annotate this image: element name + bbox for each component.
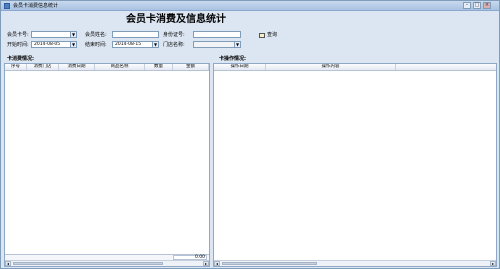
member-name-label: 会员姓名: <box>85 32 107 38</box>
member-name-input[interactable] <box>112 31 159 38</box>
query-button-label: 查询 <box>267 32 278 38</box>
maximize-icon[interactable]: □ <box>473 2 481 9</box>
card-no-label: 会员卡号: <box>7 32 29 38</box>
consumption-table-header: 序号 消费门店 消费日期 商品名称 数量 金额 <box>5 64 209 71</box>
scroll-right-icon[interactable]: ▸ <box>490 261 496 266</box>
query-button[interactable]: 查询 <box>259 31 277 40</box>
end-time-label: 结束时间: <box>85 42 107 48</box>
operations-section-title: 卡操作情况: <box>219 56 247 62</box>
scroll-left-icon[interactable]: ◂ <box>214 261 220 266</box>
col-header[interactable]: 消费门店 <box>27 64 59 70</box>
col-header[interactable]: 消费日期 <box>59 64 95 70</box>
col-header[interactable]: 操作日期 <box>214 64 266 70</box>
scroll-thumb[interactable] <box>222 262 317 265</box>
id-card-input[interactable] <box>193 31 241 38</box>
horizontal-scrollbar[interactable]: ◂ ▸ <box>5 260 209 266</box>
id-card-label: 身份证号: <box>163 32 185 38</box>
store-label: 门店名称: <box>163 42 185 48</box>
chevron-down-icon[interactable]: ▼ <box>70 42 76 47</box>
query-icon <box>259 33 265 38</box>
start-time-label: 开始时间: <box>7 42 29 48</box>
horizontal-scrollbar[interactable]: ◂ ▸ <box>214 260 496 266</box>
operations-table[interactable]: 操作日期 操作内容 ◂ ▸ <box>213 63 497 267</box>
start-time-value: 2014-08-05 <box>34 42 61 47</box>
window-title: 会员卡消费信息统计 <box>13 3 59 9</box>
start-time-picker[interactable]: 2014-08-05 ▼ <box>31 41 77 48</box>
title-bar: 会员卡消费信息统计 – □ × <box>1 1 499 11</box>
card-no-select[interactable]: ▼ <box>31 31 77 38</box>
main-window: 会员卡消费信息统计 – □ × 会员卡消费及信息统计 会员卡号: ▼ 会员姓名:… <box>0 0 500 269</box>
end-time-value: 2014-08-15 <box>115 42 142 47</box>
page-title: 会员卡消费及信息统计 <box>126 14 226 25</box>
col-header[interactable]: 金额 <box>173 64 209 70</box>
consumption-section-title: 卡消费情况: <box>7 56 35 62</box>
chevron-down-icon[interactable]: ▼ <box>234 42 240 47</box>
scroll-right-icon[interactable]: ▸ <box>203 261 209 266</box>
col-header[interactable]: 商品名称 <box>95 64 145 70</box>
operations-table-header: 操作日期 操作内容 <box>214 64 496 71</box>
scroll-thumb[interactable] <box>13 262 163 265</box>
chevron-down-icon[interactable]: ▼ <box>152 42 158 47</box>
col-header[interactable]: 数量 <box>145 64 173 70</box>
store-select[interactable]: ▼ <box>193 41 241 48</box>
consumption-table[interactable]: 序号 消费门店 消费日期 商品名称 数量 金额 0.00 ◂ ▸ <box>4 63 210 267</box>
app-icon <box>4 3 10 9</box>
scroll-left-icon[interactable]: ◂ <box>5 261 11 266</box>
close-icon[interactable]: × <box>483 2 491 9</box>
col-header[interactable]: 操作内容 <box>266 64 396 70</box>
col-header[interactable]: 序号 <box>5 64 27 70</box>
end-time-picker[interactable]: 2014-08-15 ▼ <box>112 41 159 48</box>
chevron-down-icon[interactable]: ▼ <box>70 32 76 37</box>
minimize-icon[interactable]: – <box>463 2 471 9</box>
